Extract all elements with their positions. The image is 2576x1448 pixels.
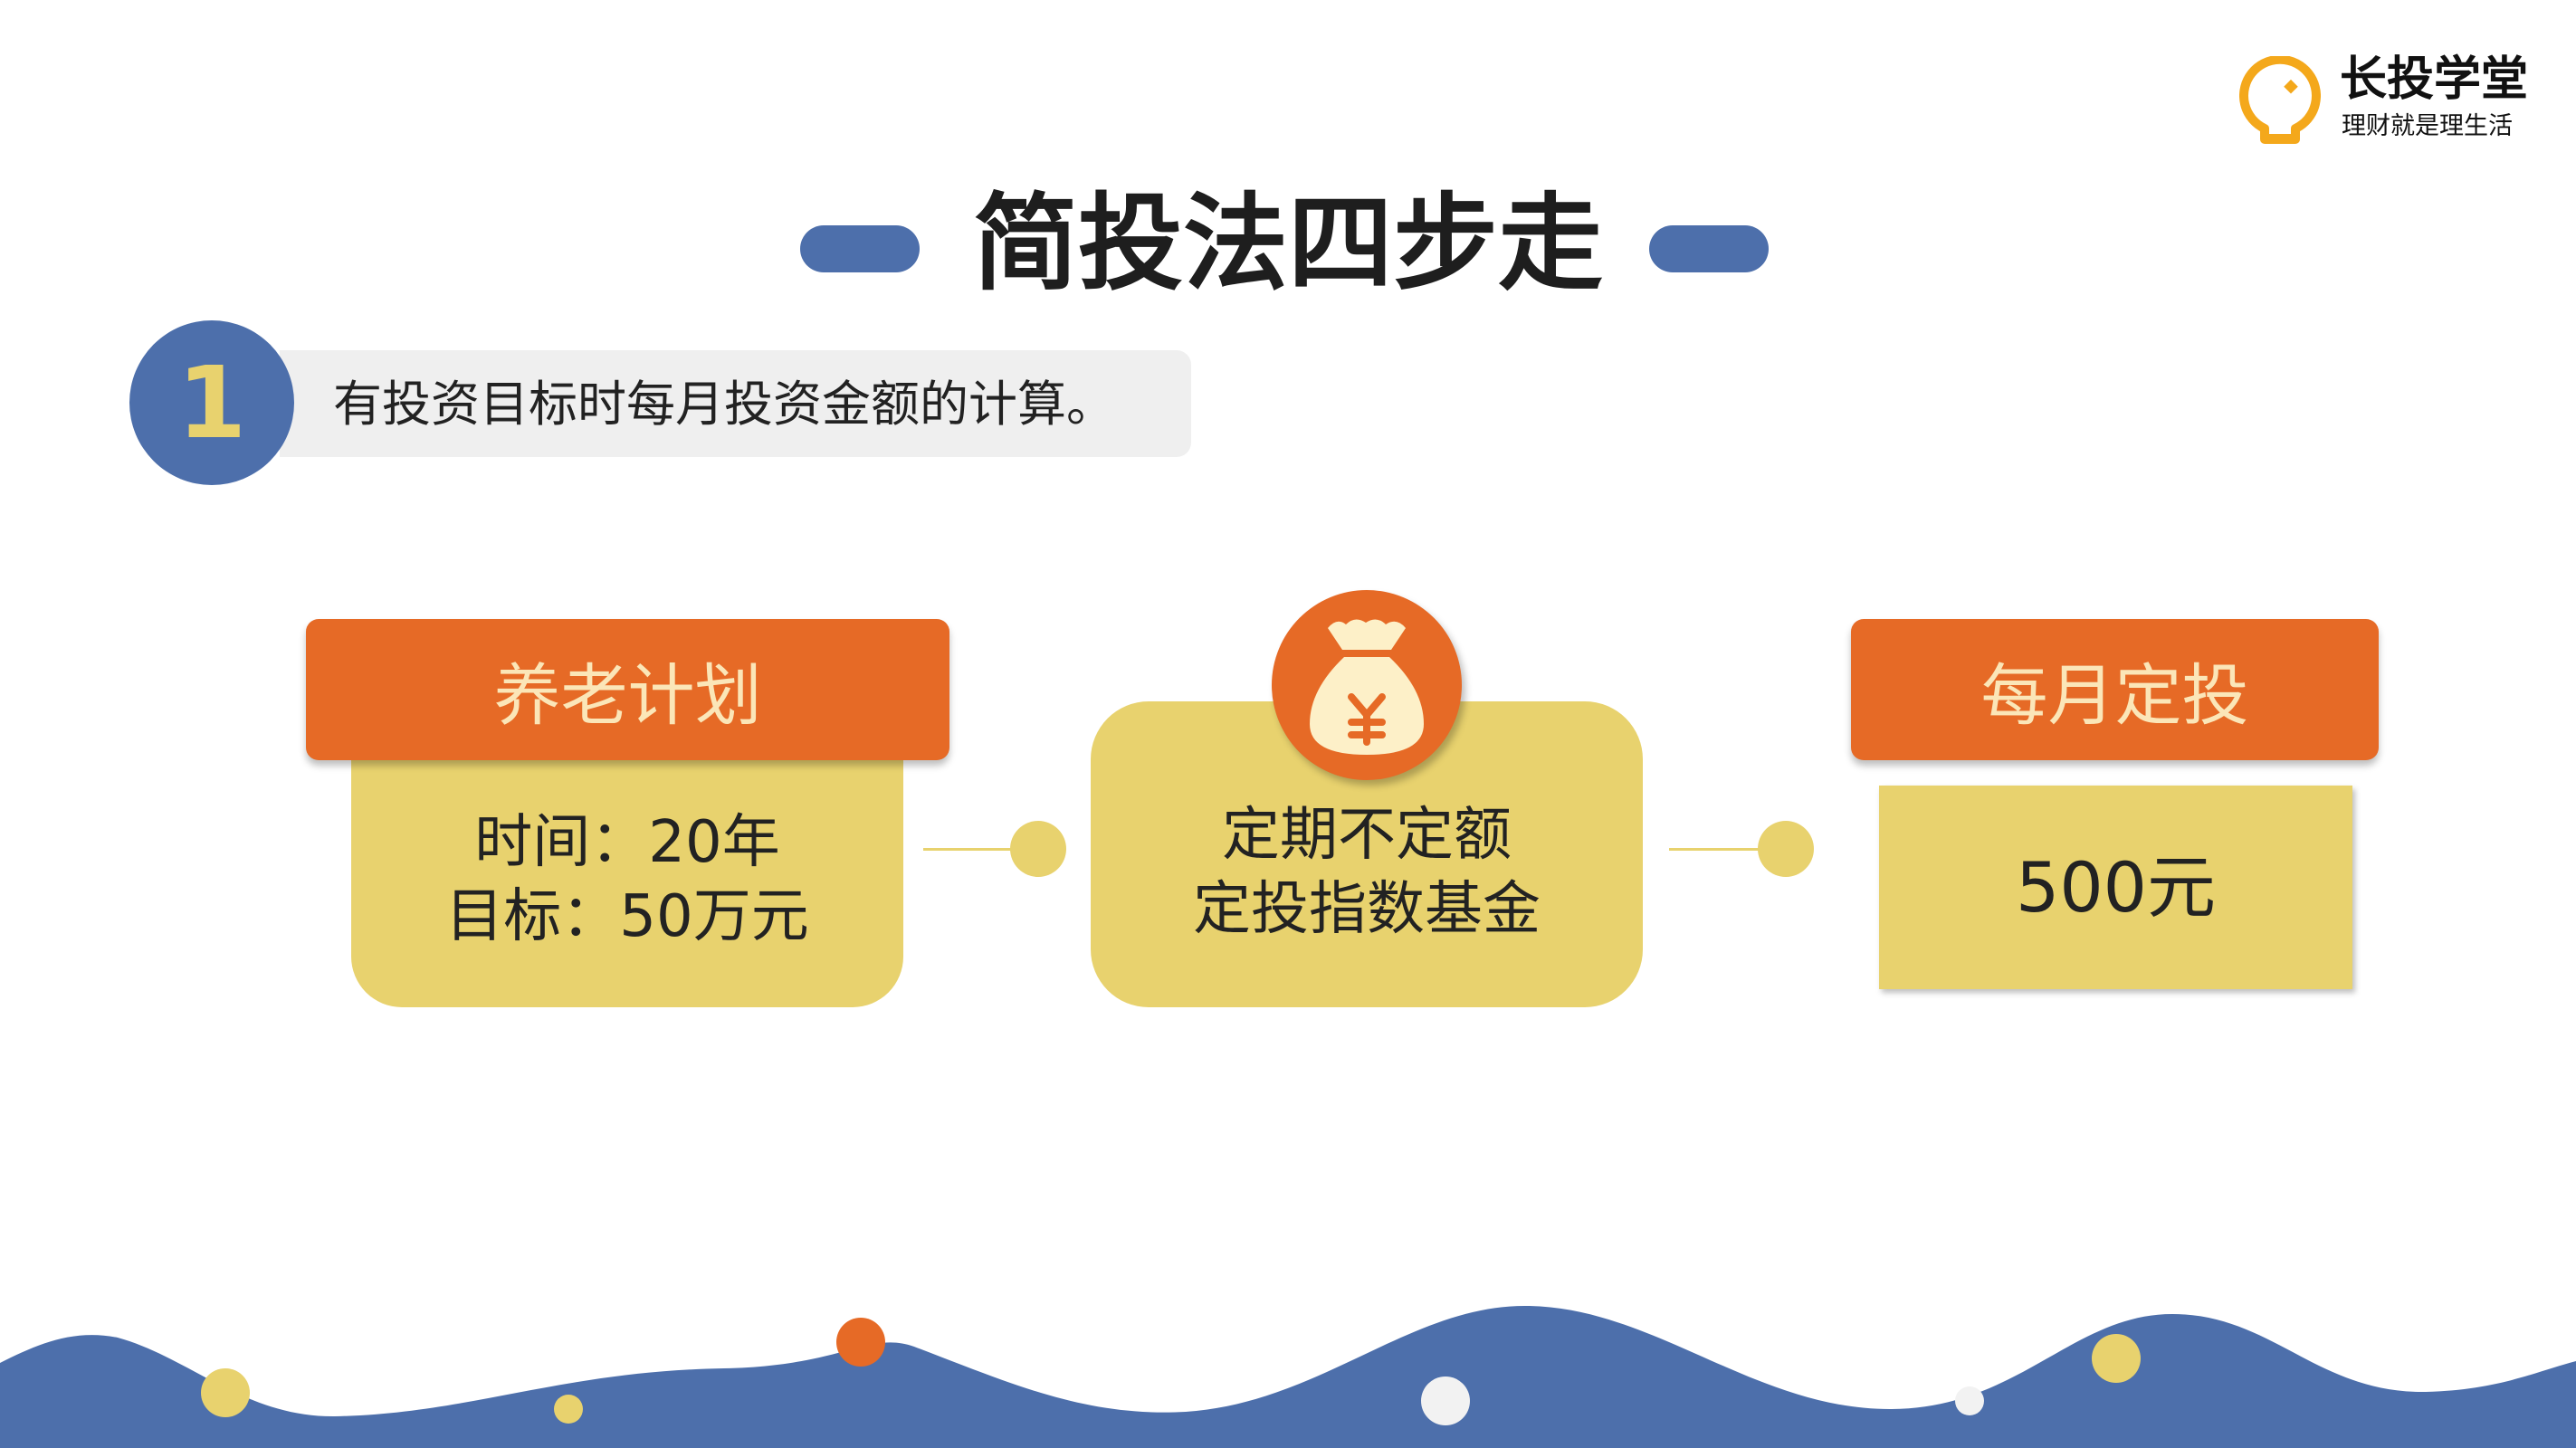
decor-dot <box>201 1368 250 1417</box>
step-number-badge: 1 <box>129 320 294 485</box>
right-card-header: 每月定投 <box>1851 619 2379 760</box>
decor-dot <box>836 1318 885 1367</box>
left-card-header: 养老计划 <box>306 619 949 760</box>
decor-dot <box>1955 1386 1984 1415</box>
decor-dot <box>554 1395 583 1424</box>
decor-dot <box>1421 1377 1470 1425</box>
decor-dot <box>2092 1334 2141 1383</box>
